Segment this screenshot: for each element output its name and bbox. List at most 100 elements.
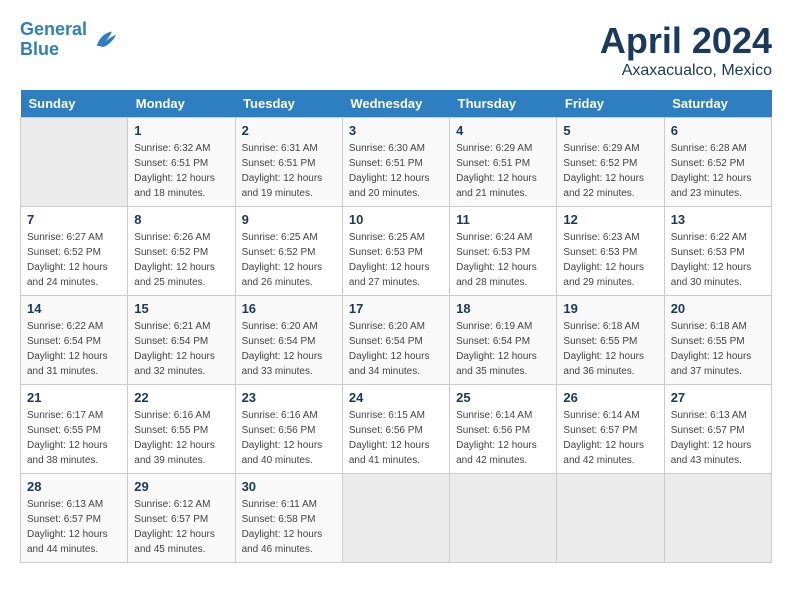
sunset: Sunset: 6:54 PM: [134, 336, 208, 347]
day-number: 12: [563, 212, 657, 227]
sunrise: Sunrise: 6:16 AM: [134, 410, 210, 421]
day-number: 26: [563, 390, 657, 405]
daylight: Daylight: 12 hours and 41 minutes.: [349, 440, 430, 466]
day-number: 2: [242, 123, 336, 138]
sunset: Sunset: 6:51 PM: [456, 158, 530, 169]
table-cell: 26 Sunrise: 6:14 AM Sunset: 6:57 PM Dayl…: [557, 385, 664, 474]
day-info: Sunrise: 6:18 AM Sunset: 6:55 PM Dayligh…: [563, 319, 657, 379]
sunrise: Sunrise: 6:13 AM: [671, 410, 747, 421]
header-row: Sunday Monday Tuesday Wednesday Thursday…: [21, 90, 772, 118]
sunrise: Sunrise: 6:23 AM: [563, 232, 639, 243]
daylight: Daylight: 12 hours and 19 minutes.: [242, 173, 323, 199]
daylight: Daylight: 12 hours and 31 minutes.: [27, 351, 108, 377]
sunrise: Sunrise: 6:18 AM: [671, 321, 747, 332]
day-info: Sunrise: 6:22 AM Sunset: 6:53 PM Dayligh…: [671, 230, 765, 290]
sunrise: Sunrise: 6:24 AM: [456, 232, 532, 243]
day-number: 7: [27, 212, 121, 227]
day-number: 11: [456, 212, 550, 227]
day-number: 16: [242, 301, 336, 316]
daylight: Daylight: 12 hours and 20 minutes.: [349, 173, 430, 199]
table-cell: 1 Sunrise: 6:32 AM Sunset: 6:51 PM Dayli…: [128, 118, 235, 207]
table-cell: 17 Sunrise: 6:20 AM Sunset: 6:54 PM Dayl…: [342, 296, 449, 385]
table-cell: 20 Sunrise: 6:18 AM Sunset: 6:55 PM Dayl…: [664, 296, 771, 385]
sunrise: Sunrise: 6:25 AM: [242, 232, 318, 243]
day-number: 15: [134, 301, 228, 316]
table-cell: 19 Sunrise: 6:18 AM Sunset: 6:55 PM Dayl…: [557, 296, 664, 385]
table-cell: 2 Sunrise: 6:31 AM Sunset: 6:51 PM Dayli…: [235, 118, 342, 207]
table-cell: 12 Sunrise: 6:23 AM Sunset: 6:53 PM Dayl…: [557, 207, 664, 296]
day-number: 22: [134, 390, 228, 405]
day-number: 1: [134, 123, 228, 138]
day-info: Sunrise: 6:31 AM Sunset: 6:51 PM Dayligh…: [242, 141, 336, 201]
sunrise: Sunrise: 6:19 AM: [456, 321, 532, 332]
sunrise: Sunrise: 6:26 AM: [134, 232, 210, 243]
day-info: Sunrise: 6:16 AM Sunset: 6:56 PM Dayligh…: [242, 408, 336, 468]
sunset: Sunset: 6:55 PM: [563, 336, 637, 347]
day-number: 8: [134, 212, 228, 227]
calendar-title: April 2024: [600, 20, 772, 62]
table-cell: 25 Sunrise: 6:14 AM Sunset: 6:56 PM Dayl…: [450, 385, 557, 474]
col-sunday: Sunday: [21, 90, 128, 118]
day-info: Sunrise: 6:12 AM Sunset: 6:57 PM Dayligh…: [134, 497, 228, 557]
sunset: Sunset: 6:58 PM: [242, 514, 316, 525]
table-cell: 9 Sunrise: 6:25 AM Sunset: 6:52 PM Dayli…: [235, 207, 342, 296]
daylight: Daylight: 12 hours and 36 minutes.: [563, 351, 644, 377]
sunset: Sunset: 6:54 PM: [27, 336, 101, 347]
sunrise: Sunrise: 6:30 AM: [349, 143, 425, 154]
table-cell: [664, 474, 771, 563]
daylight: Daylight: 12 hours and 33 minutes.: [242, 351, 323, 377]
day-number: 4: [456, 123, 550, 138]
sunset: Sunset: 6:54 PM: [456, 336, 530, 347]
sunrise: Sunrise: 6:32 AM: [134, 143, 210, 154]
sunset: Sunset: 6:51 PM: [242, 158, 316, 169]
sunrise: Sunrise: 6:22 AM: [671, 232, 747, 243]
table-cell: 23 Sunrise: 6:16 AM Sunset: 6:56 PM Dayl…: [235, 385, 342, 474]
title-block: April 2024 Axaxacualco, Mexico: [600, 20, 772, 80]
day-number: 3: [349, 123, 443, 138]
table-cell: 30 Sunrise: 6:11 AM Sunset: 6:58 PM Dayl…: [235, 474, 342, 563]
table-row: 7 Sunrise: 6:27 AM Sunset: 6:52 PM Dayli…: [21, 207, 772, 296]
daylight: Daylight: 12 hours and 26 minutes.: [242, 262, 323, 288]
sunrise: Sunrise: 6:13 AM: [27, 499, 103, 510]
sunrise: Sunrise: 6:29 AM: [456, 143, 532, 154]
day-info: Sunrise: 6:25 AM Sunset: 6:53 PM Dayligh…: [349, 230, 443, 290]
day-number: 20: [671, 301, 765, 316]
daylight: Daylight: 12 hours and 40 minutes.: [242, 440, 323, 466]
daylight: Daylight: 12 hours and 43 minutes.: [671, 440, 752, 466]
table-row: 28 Sunrise: 6:13 AM Sunset: 6:57 PM Dayl…: [21, 474, 772, 563]
sunrise: Sunrise: 6:28 AM: [671, 143, 747, 154]
day-number: 19: [563, 301, 657, 316]
sunset: Sunset: 6:51 PM: [134, 158, 208, 169]
col-friday: Friday: [557, 90, 664, 118]
table-cell: 27 Sunrise: 6:13 AM Sunset: 6:57 PM Dayl…: [664, 385, 771, 474]
col-tuesday: Tuesday: [235, 90, 342, 118]
sunrise: Sunrise: 6:20 AM: [242, 321, 318, 332]
table-cell: 4 Sunrise: 6:29 AM Sunset: 6:51 PM Dayli…: [450, 118, 557, 207]
daylight: Daylight: 12 hours and 24 minutes.: [27, 262, 108, 288]
day-info: Sunrise: 6:14 AM Sunset: 6:56 PM Dayligh…: [456, 408, 550, 468]
logo-bird-icon: [91, 26, 119, 54]
sunset: Sunset: 6:52 PM: [134, 247, 208, 258]
table-row: 1 Sunrise: 6:32 AM Sunset: 6:51 PM Dayli…: [21, 118, 772, 207]
day-info: Sunrise: 6:29 AM Sunset: 6:51 PM Dayligh…: [456, 141, 550, 201]
daylight: Daylight: 12 hours and 42 minutes.: [456, 440, 537, 466]
day-number: 9: [242, 212, 336, 227]
sunset: Sunset: 6:57 PM: [563, 425, 637, 436]
daylight: Daylight: 12 hours and 45 minutes.: [134, 529, 215, 555]
day-number: 17: [349, 301, 443, 316]
daylight: Daylight: 12 hours and 21 minutes.: [456, 173, 537, 199]
table-cell: 11 Sunrise: 6:24 AM Sunset: 6:53 PM Dayl…: [450, 207, 557, 296]
day-info: Sunrise: 6:22 AM Sunset: 6:54 PM Dayligh…: [27, 319, 121, 379]
day-info: Sunrise: 6:20 AM Sunset: 6:54 PM Dayligh…: [349, 319, 443, 379]
sunset: Sunset: 6:57 PM: [134, 514, 208, 525]
daylight: Daylight: 12 hours and 32 minutes.: [134, 351, 215, 377]
day-number: 10: [349, 212, 443, 227]
daylight: Daylight: 12 hours and 35 minutes.: [456, 351, 537, 377]
sunset: Sunset: 6:53 PM: [563, 247, 637, 258]
daylight: Daylight: 12 hours and 27 minutes.: [349, 262, 430, 288]
logo-blue: Blue: [20, 39, 59, 59]
day-number: 23: [242, 390, 336, 405]
logo: General Blue: [20, 20, 119, 60]
day-info: Sunrise: 6:17 AM Sunset: 6:55 PM Dayligh…: [27, 408, 121, 468]
sunrise: Sunrise: 6:21 AM: [134, 321, 210, 332]
